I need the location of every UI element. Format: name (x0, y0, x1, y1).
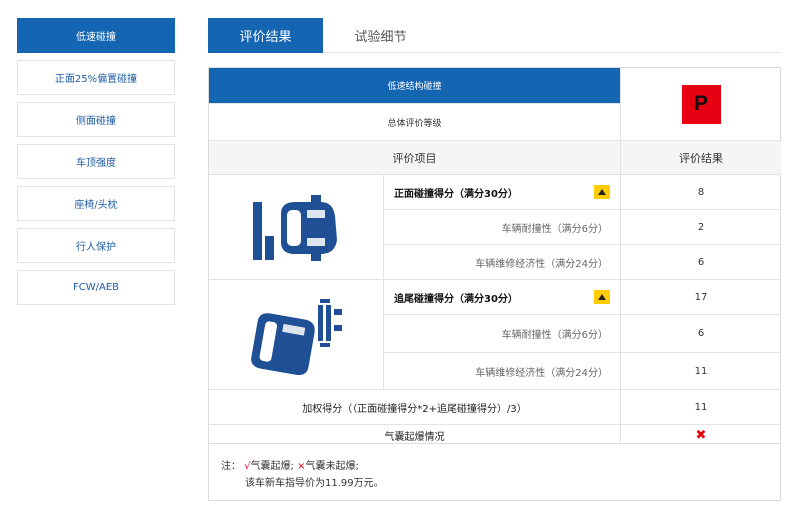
frontal-crashworthiness-label: 车辆耐撞性（满分6分） (384, 210, 620, 245)
rear-impact-diagram-cell (209, 280, 384, 390)
rear-crashworthiness-value: 6 (620, 315, 781, 353)
frontal-score-label: 正面碰撞得分（满分30分） (394, 188, 518, 200)
airbag-cross-icon: ✖ (620, 425, 781, 445)
airbag-deployment-label: 气囊起爆情况 (384, 431, 445, 443)
column-header-items: 评价项目 (209, 140, 620, 175)
note-box: 注： √气囊起爆; ×气囊未起爆; 该车新车指导价为11.99万元。 (208, 444, 781, 501)
legend-deployed-text: 气囊起爆; (250, 461, 294, 472)
sidebar-item-roof-strength[interactable]: 车顶强度 (17, 144, 175, 179)
frontal-score-value: 8 (620, 175, 781, 210)
rear-crashworthiness-label: 车辆耐撞性（满分6分） (384, 315, 620, 353)
sidebar-item-side-impact[interactable]: 侧面碰撞 (17, 102, 175, 137)
sidebar-item-pedestrian[interactable]: 行人保护 (17, 228, 175, 263)
weighted-score-value: 11 (620, 390, 781, 425)
collapse-arrow-icon[interactable] (594, 290, 610, 304)
cross-mark-icon: × (297, 461, 306, 472)
price-note: 该车新车指导价为11.99万元。 (245, 478, 384, 489)
rear-score-value: 17 (620, 280, 781, 315)
frontal-crashworthiness-value: 2 (620, 210, 781, 245)
sidebar-nav: 低速碰撞 正面25%偏置碰撞 侧面碰撞 车顶强度 座椅/头枕 行人保护 FCW/… (17, 18, 175, 312)
frontal-score-row: 正面碰撞得分（满分30分） (384, 175, 620, 210)
sidebar-item-low-speed[interactable]: 低速碰撞 (17, 18, 175, 53)
sidebar-item-seat-headrest[interactable]: 座椅/头枕 (17, 186, 175, 221)
results-table: 低速结构碰撞 总体评价等级 P 评价项目 评价结果 正面碰撞得分（满分30分） … (208, 67, 781, 445)
overall-rating-cell: P (620, 68, 781, 140)
rear-score-label: 追尾碰撞得分（满分30分） (394, 293, 518, 305)
column-header-result: 评价结果 (620, 140, 781, 175)
weighted-score-label: 加权得分（（正面碰撞得分*2+追尾碰撞得分）/3） (209, 390, 620, 425)
rear-repair-economy-value: 11 (620, 353, 781, 390)
rear-repair-economy-label: 车辆维修经济性（满分24分） (384, 353, 620, 390)
rating-badge: P (681, 84, 721, 124)
front-impact-diagram-icon (253, 195, 337, 261)
overall-grade-label: 总体评价等级 (209, 103, 620, 140)
collapse-arrow-icon[interactable] (594, 185, 610, 199)
frontal-repair-economy-label: 车辆维修经济性（满分24分） (384, 245, 620, 280)
sidebar-item-fcw-aeb[interactable]: FCW/AEB (17, 270, 175, 305)
legend-not-deployed-text: 气囊未起爆; (305, 461, 359, 472)
tab-test-details[interactable]: 试验细节 (323, 18, 438, 53)
rear-score-row: 追尾碰撞得分（满分30分） (384, 280, 620, 315)
sidebar-item-frontal-25-offset[interactable]: 正面25%偏置碰撞 (17, 60, 175, 95)
front-impact-diagram-cell (209, 175, 384, 280)
note-prefix: 注： (221, 461, 241, 472)
tab-evaluation-result[interactable]: 评价结果 (208, 18, 323, 53)
tab-bar: 评价结果 试验细节 (208, 18, 781, 53)
frontal-repair-economy-value: 6 (620, 245, 781, 280)
rear-impact-diagram-icon (251, 298, 342, 375)
legend-line: 注： √气囊起爆; ×气囊未起爆; (221, 458, 780, 475)
section-title: 低速结构碰撞 (209, 68, 620, 103)
